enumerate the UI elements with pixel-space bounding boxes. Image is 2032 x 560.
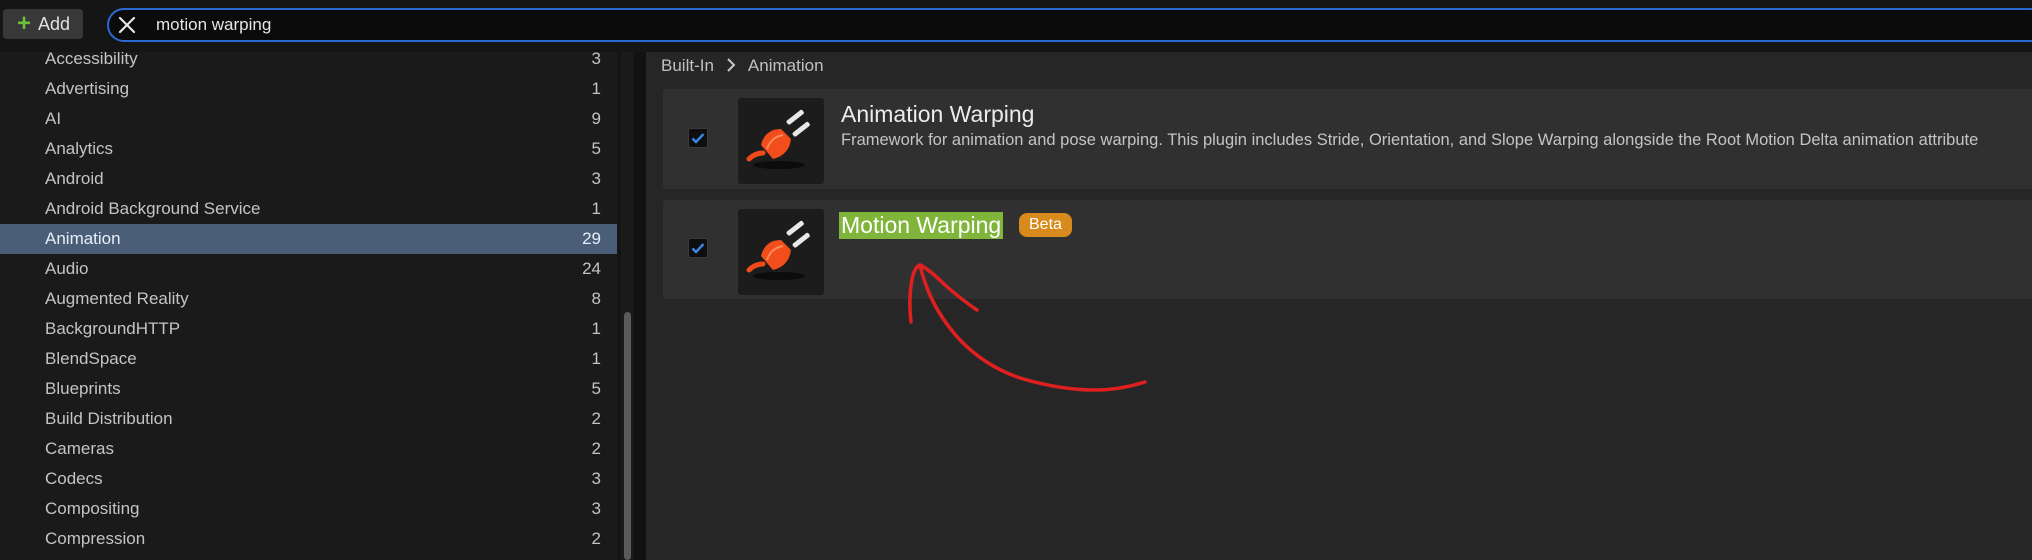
plug-icon xyxy=(746,109,810,169)
category-item[interactable]: BlendSpace 1 xyxy=(0,344,617,374)
plugin-card[interactable]: Animation Warping Framework for animatio… xyxy=(663,89,2032,189)
category-count: 1 xyxy=(591,349,601,368)
category-label: AI xyxy=(45,109,62,128)
category-item[interactable]: BackgroundHTTP 1 xyxy=(0,314,617,344)
add-button[interactable]: + Add xyxy=(3,9,83,39)
checkmark-icon xyxy=(691,243,705,254)
category-label: Audio xyxy=(45,259,89,278)
category-count: 1 xyxy=(591,79,601,98)
plug-icon xyxy=(746,220,810,280)
category-label: BlendSpace xyxy=(45,349,137,368)
category-label: Cameras xyxy=(45,439,114,458)
category-item[interactable]: Cameras 2 xyxy=(0,434,617,464)
category-count: 1 xyxy=(591,319,601,338)
category-label: Android Background Service xyxy=(45,199,261,218)
category-count: 29 xyxy=(582,229,601,248)
category-item[interactable]: Augmented Reality 8 xyxy=(0,284,617,314)
plugin-enabled-checkbox[interactable] xyxy=(688,238,708,258)
category-count: 3 xyxy=(591,52,601,68)
plugin-card[interactable]: Motion Warping xyxy=(663,200,2032,299)
category-label: Animation xyxy=(45,229,121,248)
category-count: 2 xyxy=(591,409,601,428)
category-count: 1 xyxy=(591,199,601,218)
plus-icon: + xyxy=(17,10,32,37)
category-label: Advertising xyxy=(45,79,130,98)
search-box xyxy=(107,8,2032,42)
category-label: Compression xyxy=(45,529,146,548)
category-count: 2 xyxy=(591,529,601,548)
category-item[interactable]: Compression 2 xyxy=(0,524,617,554)
category-label: Accessibility xyxy=(45,52,138,68)
plugin-enabled-checkbox[interactable] xyxy=(688,128,708,148)
category-item[interactable]: Codecs 3 xyxy=(0,464,617,494)
category-item[interactable]: Audio 24 xyxy=(0,254,617,284)
category-count: 9 xyxy=(591,109,601,128)
category-count: 5 xyxy=(591,379,601,398)
category-item-animation[interactable]: Animation 29 xyxy=(0,224,617,254)
category-item[interactable]: Compositing 3 xyxy=(0,494,617,524)
category-label: Codecs xyxy=(45,469,103,488)
chevron-right-icon xyxy=(726,56,736,77)
category-label: Analytics xyxy=(45,139,114,158)
category-label: Blueprints xyxy=(45,379,121,398)
category-count: 5 xyxy=(591,139,601,158)
category-label: Build Distribution xyxy=(45,409,173,428)
category-count: 8 xyxy=(591,289,601,308)
category-scrollbar-thumb[interactable] xyxy=(624,312,631,560)
category-count: 3 xyxy=(591,499,601,518)
category-item[interactable]: Blueprints 5 xyxy=(0,374,617,404)
category-count: 24 xyxy=(582,259,601,278)
search-input[interactable] xyxy=(154,14,1858,36)
plugin-description: Framework for animation and pose warping… xyxy=(841,131,1979,149)
plugin-icon xyxy=(738,209,824,295)
panel-splitter[interactable] xyxy=(634,52,646,560)
category-item[interactable]: Advertising 1 xyxy=(0,74,617,104)
breadcrumb-root[interactable]: Built-In xyxy=(661,56,714,76)
category-item[interactable]: Android Background Service 1 xyxy=(0,194,617,224)
clear-search-icon[interactable] xyxy=(113,11,141,39)
category-count: 2 xyxy=(591,439,601,458)
checkmark-icon xyxy=(691,133,705,144)
category-item[interactable]: Android 3 xyxy=(0,164,617,194)
plugin-name-highlighted: Motion Warping xyxy=(839,212,1004,239)
category-item[interactable]: Analytics 5 xyxy=(0,134,617,164)
category-label: Augmented Reality xyxy=(45,289,189,308)
category-item[interactable]: Build Distribution 2 xyxy=(0,404,617,434)
category-label: BackgroundHTTP xyxy=(45,319,181,338)
beta-badge: Beta xyxy=(1019,213,1072,237)
category-count: 3 xyxy=(591,469,601,488)
category-list: Accessibility 3 Advertising 1 AI 9 Analytic… xyxy=(0,52,617,560)
breadcrumb-current[interactable]: Animation xyxy=(748,56,824,76)
plugin-name: Animation Warping xyxy=(841,101,1035,127)
top-toolbar: + Add xyxy=(0,0,2032,48)
add-button-label: Add xyxy=(38,13,71,34)
category-item[interactable]: AI 9 xyxy=(0,104,617,134)
breadcrumb: Built-In Animation xyxy=(661,55,824,77)
category-count: 3 xyxy=(591,169,601,188)
category-item[interactable]: Accessibility 3 xyxy=(0,52,617,74)
category-label: Android xyxy=(45,169,104,188)
plugin-icon xyxy=(738,98,824,184)
category-label: Compositing xyxy=(45,499,140,518)
